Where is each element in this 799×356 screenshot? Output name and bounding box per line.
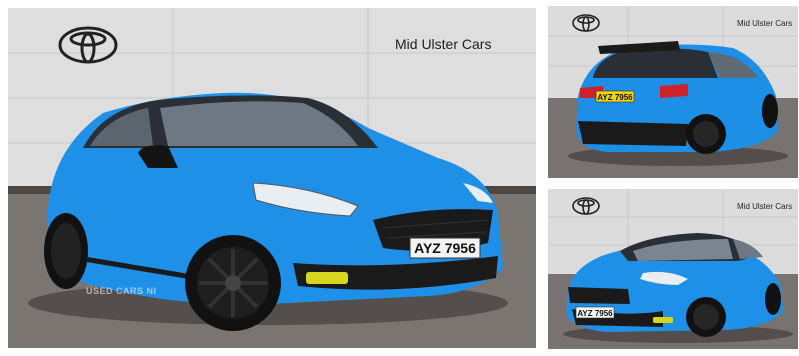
front-photo-scene: AYZ 7956 <box>548 189 798 349</box>
rear-number-plate: AYZ 7956 <box>597 93 633 102</box>
front-number-plate: AYZ 7956 <box>577 309 613 318</box>
front-photo[interactable]: AYZ 7956 Mid Ulster Cars <box>548 189 798 349</box>
watermark: USED CARS NI <box>86 286 157 296</box>
main-number-plate: AYZ 7956 <box>414 240 476 256</box>
rear-photo-scene: AYZ 7956 <box>548 6 798 178</box>
main-photo[interactable]: AYZ 7956 Mid Ulster Cars USED CARS NI <box>8 8 536 348</box>
rear-photo[interactable]: AYZ 7956 Mid Ulster Cars <box>548 6 798 178</box>
front-wheel-icon <box>185 235 281 331</box>
dealer-name: Mid Ulster Cars <box>395 36 492 52</box>
dealer-name: Mid Ulster Cars <box>737 19 793 28</box>
car-rear: AYZ 7956 <box>576 41 778 154</box>
rear-wheel-icon <box>44 213 88 289</box>
dealer-name: Mid Ulster Cars <box>737 202 793 211</box>
main-photo-scene: AYZ 7956 <box>8 8 536 348</box>
